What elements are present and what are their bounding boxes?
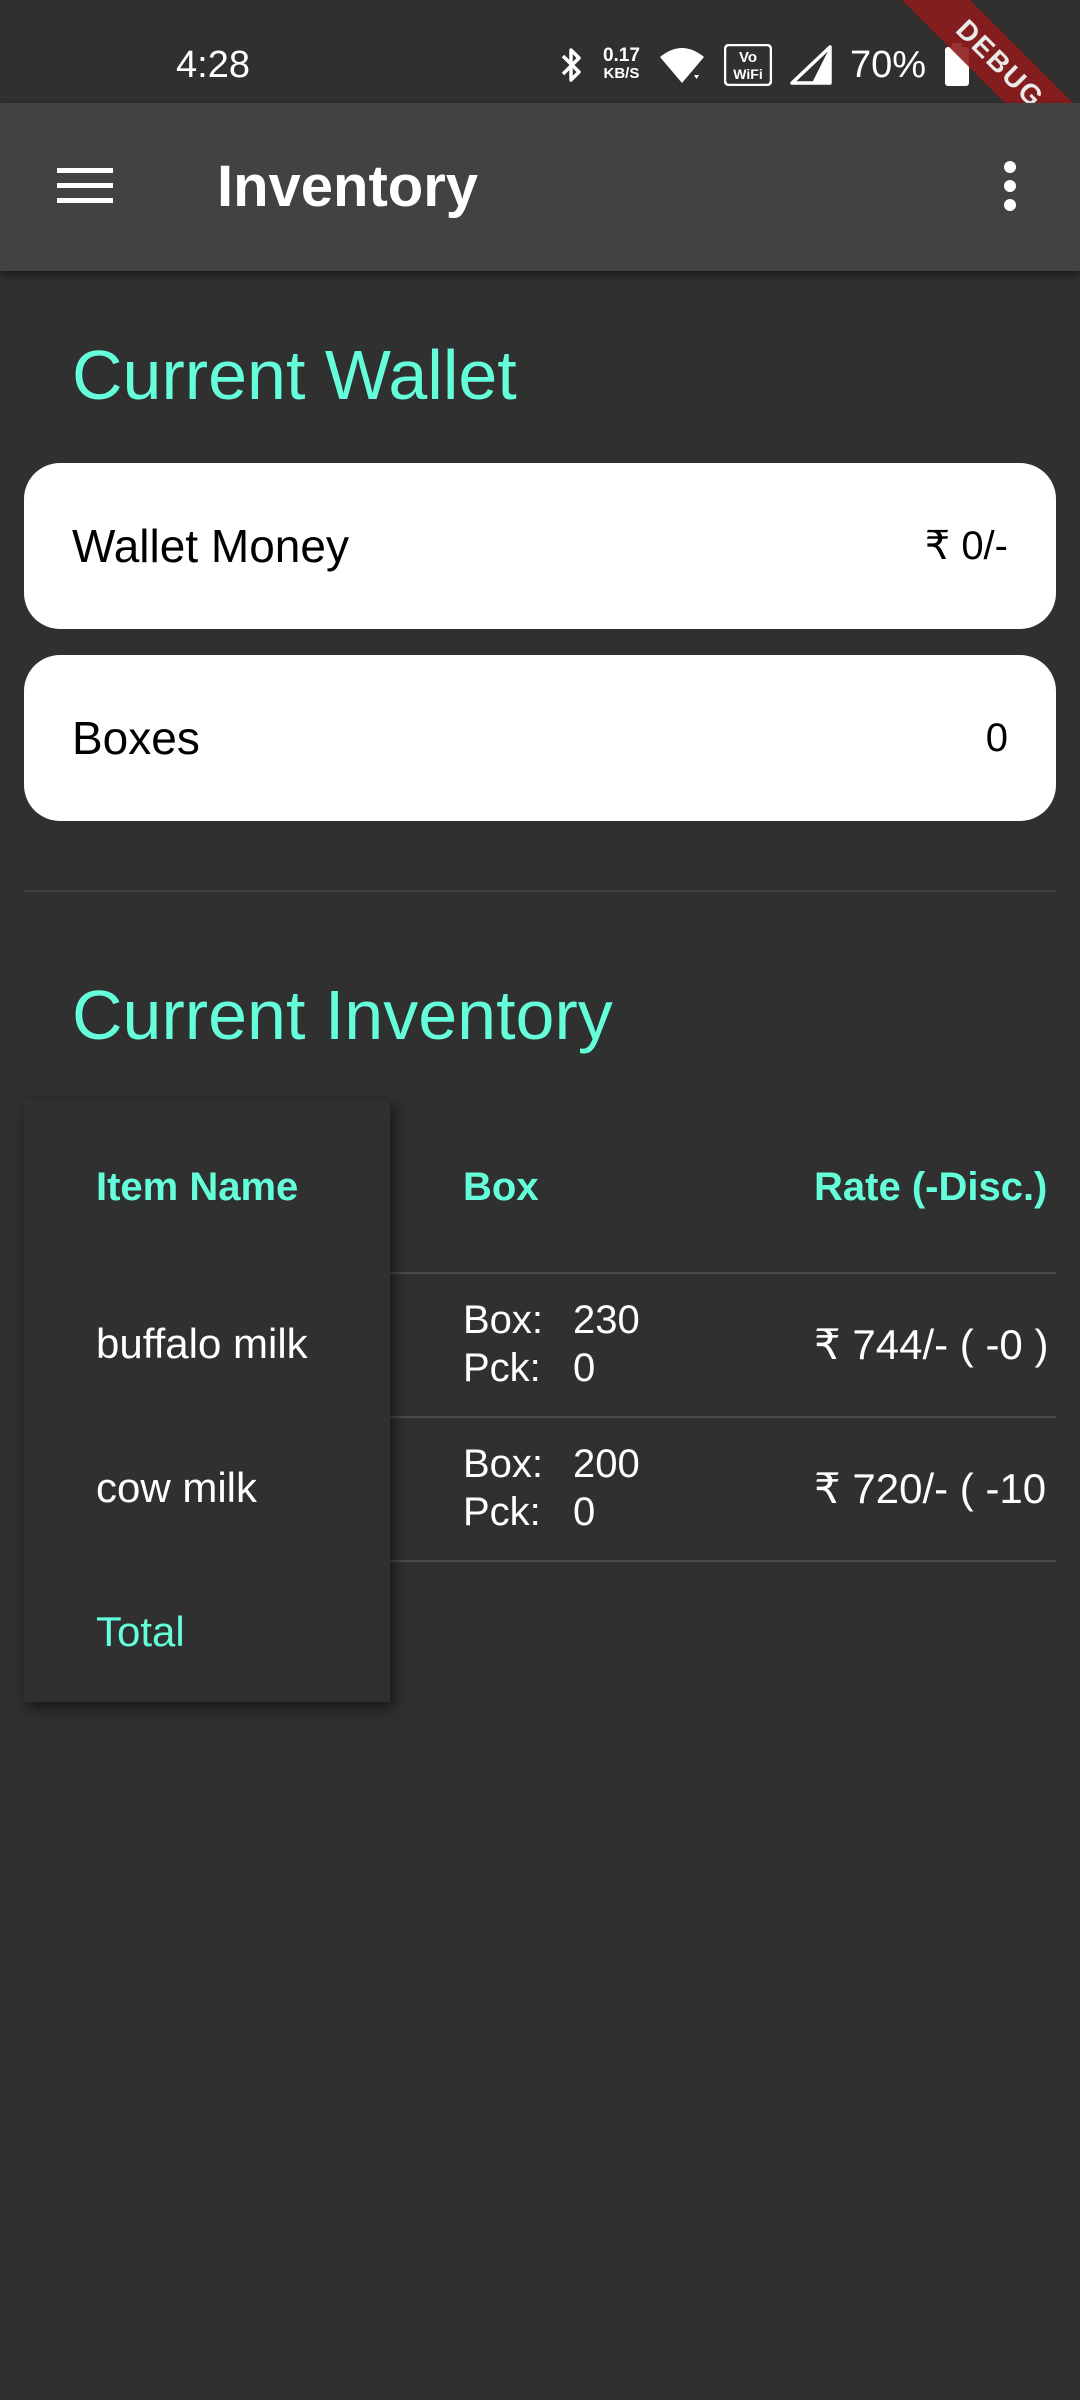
menu-button[interactable] xyxy=(40,153,130,223)
header-box: Box xyxy=(463,1165,539,1209)
pck-key: Pck: xyxy=(463,1490,541,1534)
table-row-item-name: cow milk xyxy=(96,1464,258,1511)
boxes-value: 0 xyxy=(985,715,1008,760)
table-row-box-qty: Box: 230 Pck: 0 xyxy=(463,1296,640,1392)
wifi-icon xyxy=(658,45,706,85)
box-value: 200 xyxy=(573,1442,640,1486)
table-row-rate: ₹ 744/- ( -0 ) xyxy=(814,1321,1049,1368)
battery-percent: 70% xyxy=(849,43,926,86)
menu-icon xyxy=(57,166,113,211)
table-row-rate: ₹ 720/- ( -10 ) xyxy=(814,1465,1056,1512)
header-item-name: Item Name xyxy=(96,1165,299,1209)
box-key: Box: xyxy=(463,1298,544,1342)
wallet-money-card: Wallet Money ₹ 0/- xyxy=(24,463,1056,629)
box-key: Box: xyxy=(463,1442,544,1486)
network-speed: 0.17 KB/S xyxy=(602,45,640,83)
network-speed-value: 0.17 xyxy=(602,45,640,66)
page-title: Inventory xyxy=(217,154,479,219)
vowifi-icon: Vo WiFi xyxy=(723,44,772,86)
pck-value: 0 xyxy=(573,1346,596,1390)
table-row-item-name: buffalo milk xyxy=(96,1320,308,1367)
total-label: Total xyxy=(96,1608,185,1655)
inventory-screen: 4:28 0.17 KB/S Vo WiFi 70% DEBUG Invento… xyxy=(0,0,1080,2400)
wallet-money-label: Wallet Money xyxy=(72,520,349,572)
signal-icon xyxy=(790,45,832,85)
volte-label-bottom: WiFi xyxy=(733,66,762,82)
header-rate: Rate (-Disc.) xyxy=(814,1165,1048,1209)
status-time: 4:28 xyxy=(176,44,250,86)
more-vert-icon xyxy=(1002,160,1018,217)
volte-label-top: Vo xyxy=(739,49,757,66)
inventory-section-title: Current Inventory xyxy=(72,976,613,1054)
app-bar: Inventory xyxy=(0,103,1080,271)
network-speed-unit: KB/S xyxy=(603,65,640,82)
table-row-box-qty: Box: 200 Pck: 0 xyxy=(463,1440,640,1536)
wallet-section-title: Current Wallet xyxy=(72,336,517,414)
boxes-label: Boxes xyxy=(72,712,200,764)
pck-key: Pck: xyxy=(463,1346,541,1390)
boxes-card: Boxes 0 xyxy=(24,655,1056,821)
more-options-button[interactable] xyxy=(980,148,1040,228)
section-divider xyxy=(24,890,1056,892)
pck-value: 0 xyxy=(573,1490,596,1534)
bluetooth-icon xyxy=(559,45,585,85)
wallet-money-value: ₹ 0/- xyxy=(924,524,1008,568)
status-icons: 0.17 KB/S Vo WiFi 70% xyxy=(559,40,970,90)
box-value: 230 xyxy=(573,1298,640,1342)
